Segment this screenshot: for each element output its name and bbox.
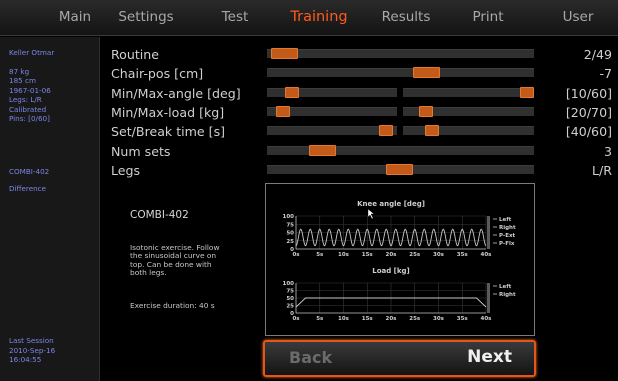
y-tick-label: 75 — [286, 289, 294, 295]
x-tick-label: 10s — [338, 316, 350, 322]
chart-title: Knee angle [deg] — [357, 200, 425, 208]
x-tick-label: 40s — [481, 252, 493, 258]
x-tick-label: 20s — [386, 252, 398, 258]
y-tick-label: 75 — [286, 222, 294, 228]
legend-strip — [487, 216, 490, 249]
x-tick-label: 0s — [292, 252, 300, 258]
x-tick-label: 10s — [338, 252, 350, 258]
x-tick-label: 35s — [457, 316, 469, 322]
legend-label: Right — [499, 292, 516, 298]
x-tick-label: 20s — [386, 316, 398, 322]
x-tick-label: 40s — [481, 316, 493, 322]
mouse-cursor-icon — [367, 208, 375, 220]
y-tick-label: 25 — [286, 239, 294, 245]
x-tick-label: 0s — [292, 316, 300, 322]
legend-label: Left — [499, 217, 512, 223]
x-tick-label: 15s — [362, 252, 374, 258]
x-tick-label: 5s — [316, 252, 324, 258]
x-tick-label: 5s — [316, 316, 324, 322]
x-tick-label: 35s — [457, 252, 469, 258]
back-button[interactable]: Back — [289, 348, 332, 367]
legend-label: Right — [499, 225, 516, 231]
navigation-buttons: Back Next — [263, 340, 536, 377]
y-tick-label: 100 — [283, 214, 295, 220]
legend-label: Left — [499, 284, 512, 290]
chart-title: Load [kg] — [372, 267, 410, 275]
y-tick-label: 25 — [286, 304, 294, 310]
legend-label: P-Ext — [499, 233, 516, 239]
x-tick-label: 15s — [362, 316, 374, 322]
y-tick-label: 100 — [283, 281, 295, 287]
legend-label: P-Flx — [499, 241, 515, 247]
exercise-charts: Knee angle [deg]10075502500s 5s 10s 15s 20s 2… — [283, 200, 516, 322]
x-tick-label: 30s — [433, 316, 445, 322]
x-tick-label: 25s — [409, 252, 421, 258]
y-tick-label: 50 — [286, 231, 294, 237]
x-tick-label: 25s — [409, 316, 421, 322]
x-tick-label: 30s — [433, 252, 445, 258]
y-tick-label: 50 — [286, 296, 294, 302]
legend-strip — [487, 283, 490, 313]
next-button[interactable]: Next — [467, 347, 512, 367]
